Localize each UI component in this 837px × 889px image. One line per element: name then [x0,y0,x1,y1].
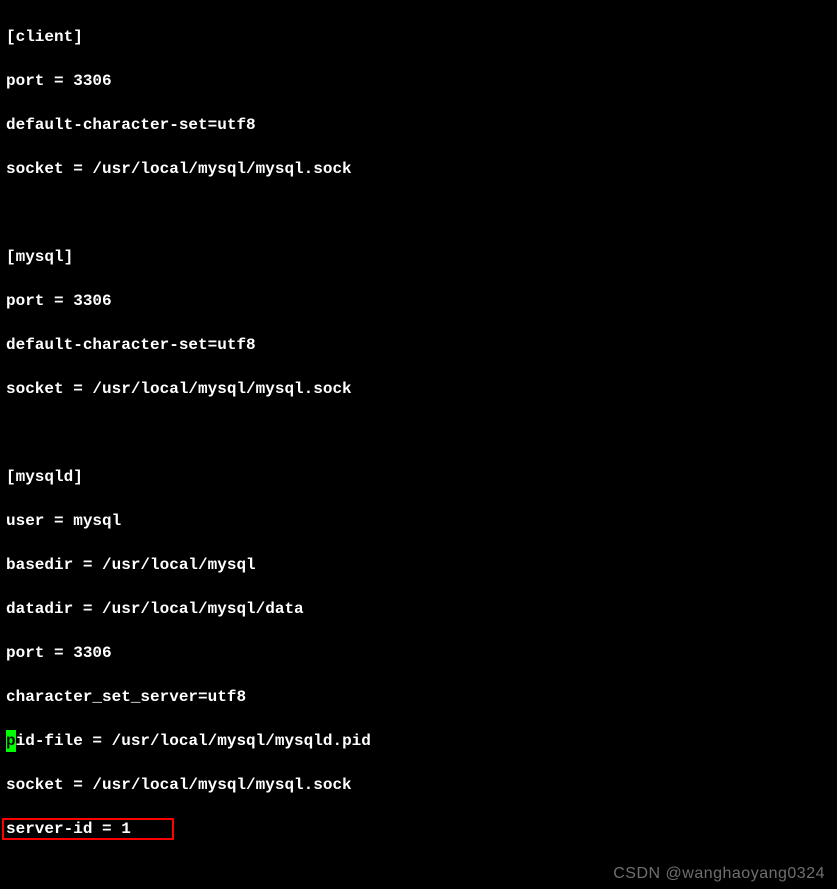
cfg-line: user = mysql [6,510,831,532]
cfg-line: character_set_server=utf8 [6,686,831,708]
cfg-line-cursor: pid-file = /usr/local/mysql/mysqld.pid [6,730,831,752]
cfg-line: port = 3306 [6,290,831,312]
cfg-line: port = 3306 [6,642,831,664]
cfg-line: default-character-set=utf8 [6,334,831,356]
cfg-text: id-file = /usr/local/mysql/mysqld.pid [16,732,371,750]
cfg-line: default-character-set=utf8 [6,114,831,136]
cfg-line: socket = /usr/local/mysql/mysql.sock [6,378,831,400]
highlight-box: server-id = 1 [2,818,174,840]
blank-line [6,202,831,224]
cfg-line: socket = /usr/local/mysql/mysql.sock [6,158,831,180]
cfg-line: socket = /usr/local/mysql/mysql.sock [6,774,831,796]
cfg-line: [mysqld] [6,466,831,488]
cfg-line: [client] [6,26,831,48]
blank-line [6,422,831,444]
terminal-editor[interactable]: [client] port = 3306 default-character-s… [0,0,837,889]
cfg-line-highlight: server-id = 1 [6,818,831,840]
cfg-text: server-id = 1 [6,820,131,838]
cfg-line: datadir = /usr/local/mysql/data [6,598,831,620]
watermark: CSDN @wanghaoyang0324 [613,863,825,885]
cfg-line: port = 3306 [6,70,831,92]
cfg-line: [mysql] [6,246,831,268]
terminal-cursor: p [6,730,16,752]
cfg-line: basedir = /usr/local/mysql [6,554,831,576]
